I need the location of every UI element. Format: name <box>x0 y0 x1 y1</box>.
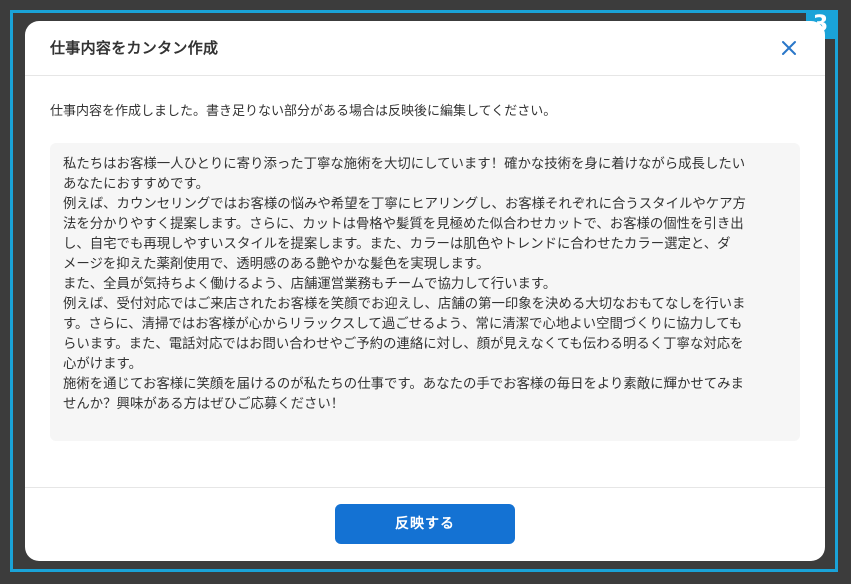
apply-button[interactable]: 反映する <box>335 504 515 544</box>
modal-dialog: 仕事内容をカンタン作成 仕事内容を作成しました。書き足りない部分がある場合は反映… <box>25 21 825 561</box>
generated-text-line: 施術を通じてお客様に笑顔を届けるのが私たちの仕事です。あなたの手でお客様の毎日を… <box>63 377 744 392</box>
generated-text-line: らいます。また、電話対応ではお問い合わせやご予約の連絡に対し、顔が見えなくても伝… <box>63 337 744 352</box>
modal-footer: 反映する <box>25 487 825 562</box>
generated-text-line: 例えば、カウンセリングではお客様の悩みや希望を丁寧にヒアリングし、お客様それぞれ… <box>63 197 746 212</box>
generated-text-box: 私たちはお客様一人ひとりに寄り添った丁寧な施術を大切にしています！確かな技術を身… <box>50 143 800 441</box>
generated-text-line: 例えば、受付対応ではご来店されたお客様を笑顔でお迎えし、店舗の第一印象を決める大… <box>63 297 746 312</box>
generated-text-line: メージを抑えた薬剤使用で、透明感のある艶やかな髪色を実現します。 <box>63 257 490 272</box>
modal-header: 仕事内容をカンタン作成 <box>25 21 825 76</box>
generated-text-line: せんか？興味がある方はぜひご応募ください！ <box>63 397 345 412</box>
modal-title: 仕事内容をカンタン作成 <box>50 39 219 57</box>
description-text: 仕事内容を作成しました。書き足りない部分がある場合は反映後に編集してください。 <box>50 104 557 119</box>
generated-text-line: し、自宅でも再現しやすいスタイルを提案します。また、カラーは肌色やトレンドに合わ… <box>63 237 731 252</box>
generated-text-line: あなたにおすすめです。 <box>63 177 209 192</box>
generated-text-line: 心がけます。 <box>63 357 143 372</box>
generated-text-line: 私たちはお客様一人ひとりに寄り添った丁寧な施術を大切にしています！確かな技術を身… <box>63 157 746 172</box>
generated-text-line: す。さらに、清掃ではお客様が心からリラックスして過ごせるよう、常に清潔で心地よい… <box>63 317 743 332</box>
close-icon <box>782 41 796 55</box>
generated-text-line: 法を分かりやすく提案します。さらに、カットは骨格や髪質を見極めた似合わせカットで… <box>63 217 744 232</box>
close-button[interactable] <box>778 37 800 59</box>
generated-text-line: また、全員が気持ちよく働けるよう、店舗運営業務もチームで協力して行います。 <box>63 277 557 292</box>
